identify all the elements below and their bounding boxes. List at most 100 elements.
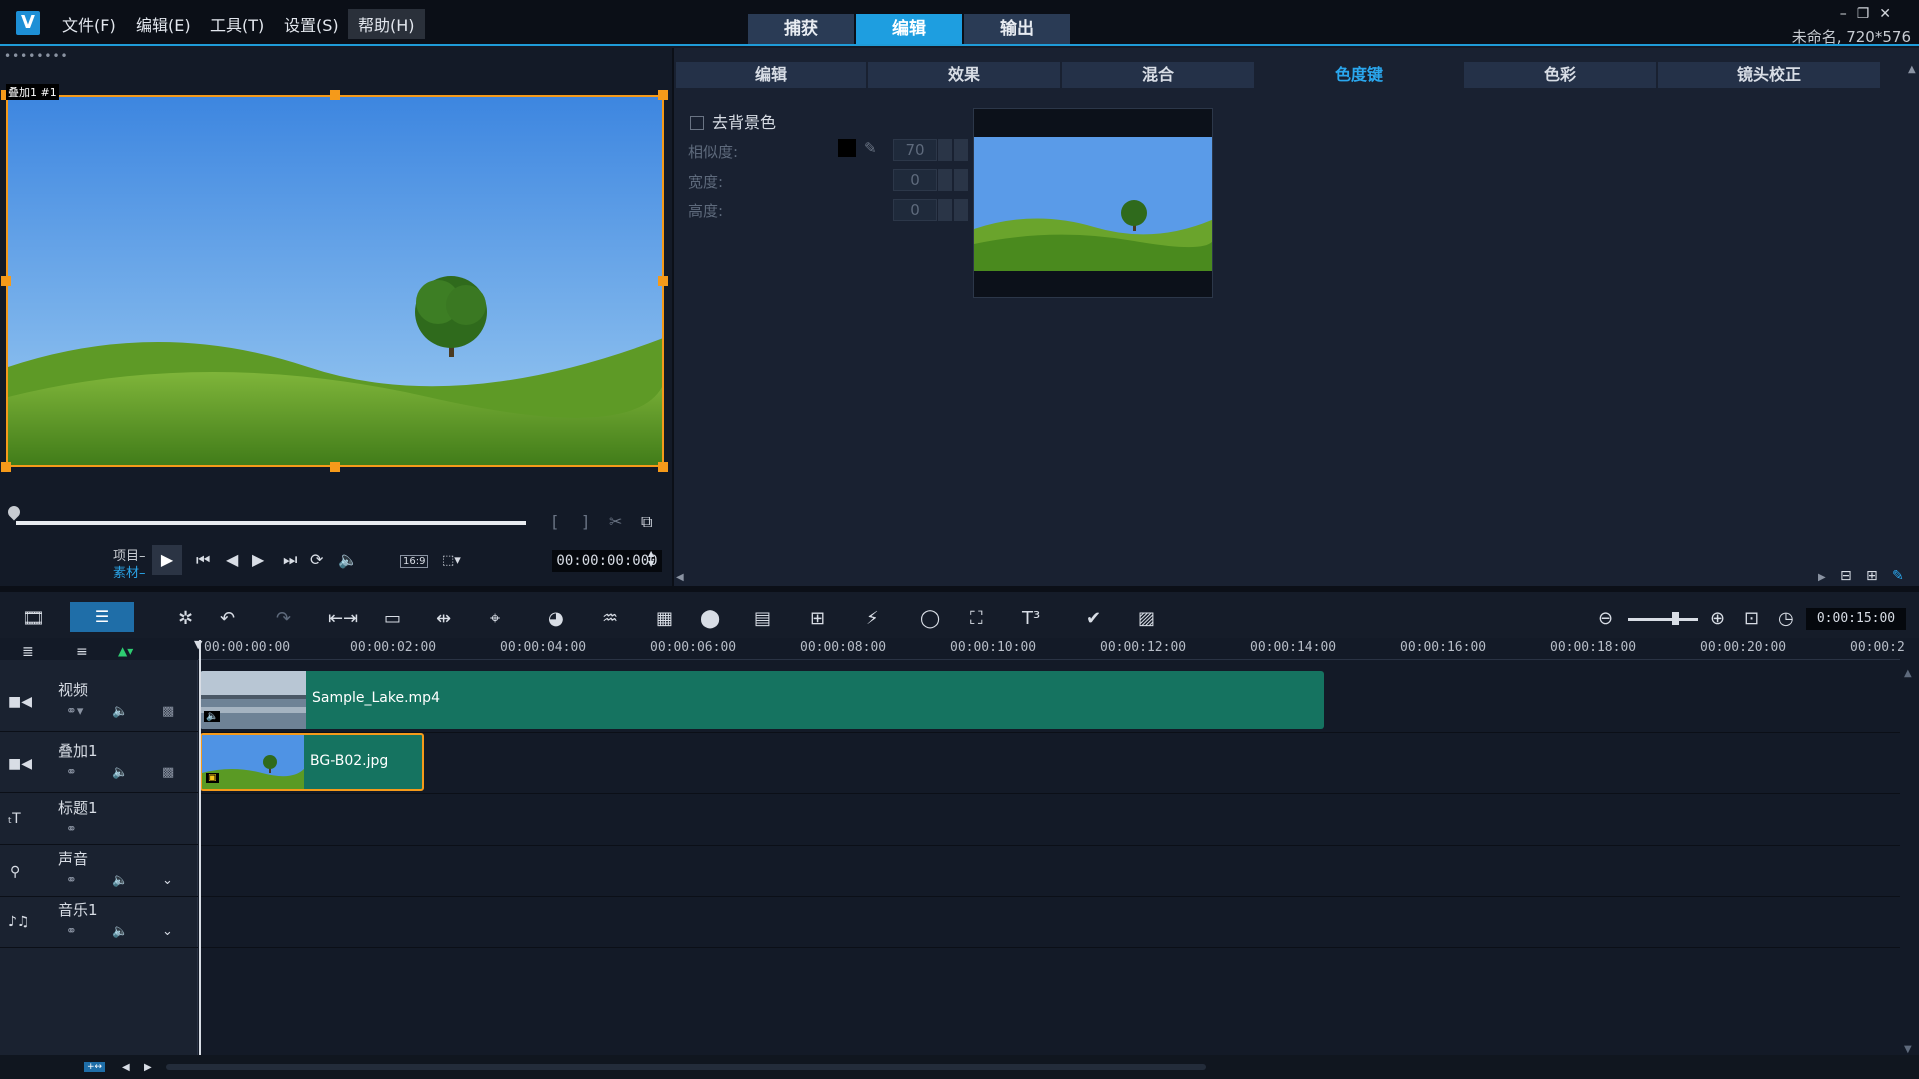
resize-handle[interactable] bbox=[330, 462, 340, 472]
track-transparency-icon[interactable]: ▩ bbox=[162, 704, 174, 719]
tab-options-chroma-key[interactable]: 色度键 bbox=[1256, 62, 1462, 88]
zoom-slider[interactable] bbox=[1628, 618, 1698, 621]
track-header-voice[interactable] bbox=[0, 846, 198, 897]
minimize-icon[interactable]: – bbox=[1840, 6, 1857, 22]
scrub-bar[interactable] bbox=[16, 521, 526, 525]
timeline-nav-icon[interactable]: +↔ bbox=[84, 1062, 106, 1072]
ripple-edit-icon[interactable]: ⇹ bbox=[436, 608, 451, 629]
mute-icon[interactable]: 🔈 bbox=[112, 704, 128, 719]
timecode-stepper[interactable]: ▲ ▼ bbox=[648, 549, 654, 569]
link-icon[interactable]: ⚭ bbox=[66, 765, 77, 780]
menu-tools[interactable]: 工具(T) bbox=[210, 12, 264, 36]
expand-track-icon[interactable]: ⌄ bbox=[162, 873, 173, 888]
play-button[interactable]: ▶ bbox=[152, 545, 182, 575]
fit-timeline-icon[interactable]: ⊡ bbox=[1744, 608, 1759, 629]
key-color-swatch[interactable] bbox=[838, 139, 856, 157]
instant-project-icon[interactable]: ⬤ bbox=[700, 608, 720, 629]
scroll-right-icon[interactable]: ▶ bbox=[1818, 572, 1826, 583]
width-input[interactable]: 0 bbox=[893, 169, 937, 191]
undo-icon[interactable]: ↶ bbox=[220, 608, 235, 629]
track-header-title[interactable] bbox=[0, 794, 198, 845]
preview-viewport[interactable] bbox=[6, 95, 664, 467]
video-wall-icon[interactable]: ▨ bbox=[1138, 608, 1155, 629]
width-dropdown[interactable] bbox=[954, 169, 968, 191]
audio-mixer-icon[interactable]: ♒ bbox=[602, 608, 618, 629]
scroll-left-icon[interactable]: ◀ bbox=[122, 1062, 130, 1073]
redo-icon[interactable]: ↷ bbox=[276, 608, 291, 629]
zoom-in-icon[interactable]: ⊕ bbox=[1710, 608, 1725, 629]
track-list-icon[interactable]: ≣ bbox=[22, 644, 34, 660]
mask-creator-icon[interactable]: ◯ bbox=[920, 608, 940, 629]
resize-handle[interactable] bbox=[658, 462, 668, 472]
auto-scroll-icon[interactable]: ▭ bbox=[384, 608, 401, 629]
resize-handle[interactable] bbox=[658, 276, 668, 286]
similarity-input[interactable]: 70 bbox=[893, 139, 937, 161]
scroll-up-icon[interactable]: ▲ bbox=[1904, 668, 1912, 679]
resize-handle[interactable] bbox=[1, 276, 11, 286]
similarity-spinner[interactable] bbox=[938, 139, 952, 161]
volume-icon[interactable]: 🔈 bbox=[338, 550, 358, 569]
resize-handle[interactable] bbox=[1, 462, 11, 472]
split-layout-icon[interactable]: ⊞ bbox=[1866, 568, 1878, 584]
restore-icon[interactable]: ❐ bbox=[1857, 6, 1880, 22]
subtitle-editor-icon[interactable]: ▤ bbox=[754, 608, 771, 629]
zoom-out-icon[interactable]: ⊖ bbox=[1598, 608, 1613, 629]
timeline-view-button[interactable]: ☰ bbox=[70, 602, 134, 632]
width-spinner[interactable] bbox=[938, 169, 952, 191]
scroll-down-icon[interactable]: ▼ bbox=[1904, 1044, 1912, 1055]
mute-icon[interactable]: 🔈 bbox=[112, 924, 128, 939]
safe-area-icon[interactable]: ⬚▾ bbox=[442, 553, 461, 568]
timecode-display[interactable]: 00:00:00:000 bbox=[552, 550, 662, 572]
scroll-left-icon[interactable]: ◀ bbox=[676, 572, 684, 583]
link-icon[interactable]: ⚭ bbox=[66, 873, 77, 888]
mute-icon[interactable]: 🔈 bbox=[112, 873, 128, 888]
menu-settings[interactable]: 设置(S) bbox=[284, 12, 339, 36]
link-icon[interactable]: ⚭ bbox=[66, 924, 77, 939]
color-wheel-icon[interactable]: ◕ bbox=[548, 608, 564, 629]
tab-options-edit[interactable]: 编辑 bbox=[676, 62, 866, 88]
panel-grip-icon[interactable]: •••••••• bbox=[4, 49, 69, 63]
similarity-dropdown[interactable] bbox=[954, 139, 968, 161]
split-screen-icon[interactable]: ⊞ bbox=[810, 608, 825, 629]
video-clip[interactable]: 🔈 Sample_Lake.mp4 bbox=[200, 671, 1324, 729]
add-track-icon[interactable]: ≡ bbox=[76, 644, 88, 660]
next-frame-icon[interactable]: ▶ bbox=[252, 550, 264, 569]
menu-file[interactable]: 文件(F) bbox=[62, 12, 116, 36]
link-icon[interactable]: ⚭ bbox=[66, 822, 77, 837]
title-3d-icon[interactable]: T³ bbox=[1022, 608, 1040, 629]
height-spinner[interactable] bbox=[938, 199, 952, 221]
layout-icon[interactable]: ⊟ bbox=[1840, 568, 1852, 584]
height-dropdown[interactable] bbox=[954, 199, 968, 221]
overlay-clip[interactable]: ▣ BG-B02.jpg bbox=[200, 733, 424, 791]
tab-edit[interactable]: 编辑 bbox=[856, 14, 962, 44]
mute-icon[interactable]: 🔈 bbox=[112, 765, 128, 780]
playhead[interactable] bbox=[199, 640, 201, 1055]
track-expand-icon[interactable]: ▲▾ bbox=[118, 644, 133, 658]
enlarge-preview-icon[interactable]: ⧉ bbox=[641, 512, 652, 532]
tab-options-lens-correction[interactable]: 镜头校正 bbox=[1658, 62, 1880, 88]
resize-handle[interactable] bbox=[658, 90, 668, 100]
edit-layout-icon[interactable]: ✎ bbox=[1892, 568, 1904, 584]
mark-out-icon[interactable]: ] bbox=[582, 512, 588, 531]
track-manager-icon[interactable]: ⌖ bbox=[490, 608, 500, 629]
track-transparency-icon[interactable]: ▩ bbox=[162, 765, 174, 780]
height-input[interactable]: 0 bbox=[893, 199, 937, 221]
mark-in-icon[interactable]: [ bbox=[552, 512, 558, 531]
tab-capture[interactable]: 捕获 bbox=[748, 14, 854, 44]
multi-camera-icon[interactable]: ▦ bbox=[656, 608, 673, 629]
remove-background-checkbox[interactable]: 去背景色 bbox=[690, 109, 776, 133]
menu-edit[interactable]: 编辑(E) bbox=[136, 12, 191, 36]
fit-project-icon[interactable]: ⇤⇥ bbox=[328, 608, 358, 629]
paint-creator-icon[interactable]: ✔ bbox=[1086, 608, 1101, 629]
playhead-marker-icon[interactable]: ▼ bbox=[194, 638, 202, 651]
storyboard-view-icon[interactable]: 🎞 bbox=[22, 608, 45, 629]
previous-frame-icon[interactable]: ◀ bbox=[226, 550, 238, 569]
link-icon[interactable]: ⚭▾ bbox=[66, 704, 83, 719]
scroll-right-icon[interactable]: ▶ bbox=[144, 1062, 152, 1073]
go-to-end-icon[interactable]: ⏭ bbox=[283, 550, 297, 570]
close-icon[interactable]: ✕ bbox=[1879, 6, 1901, 22]
tab-share[interactable]: 输出 bbox=[964, 14, 1070, 44]
track-header-music[interactable] bbox=[0, 897, 198, 948]
resize-handle[interactable] bbox=[330, 90, 340, 100]
tools-icon[interactable]: ✲ bbox=[178, 608, 193, 629]
